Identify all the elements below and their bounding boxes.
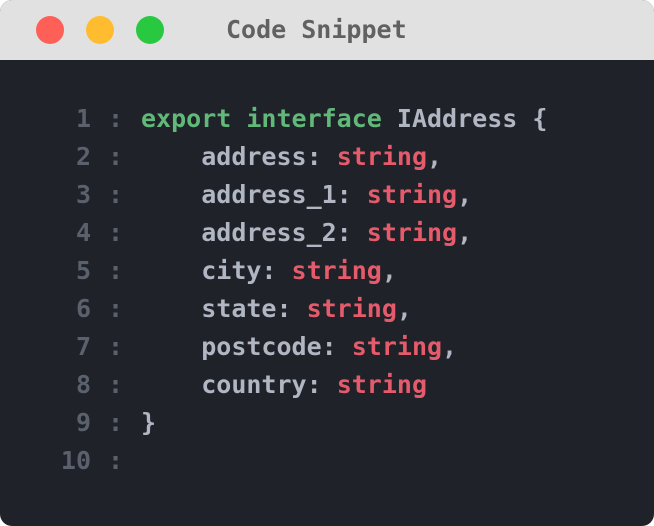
line-separator: : [108,332,124,361]
line-number: 3 [75,180,91,209]
line-number: 10 [60,446,91,475]
code-line: 1: export interface IAddress { [0,100,654,138]
code-token-plain: address_2: [201,218,367,247]
line-number: 5 [75,256,91,285]
line-number: 2 [75,142,91,171]
line-number: 9 [75,408,91,437]
code-content: city: string, [141,252,397,290]
code-line: 8: country: string [0,366,654,404]
code-token-type: string [336,142,427,171]
code-content: address: string, [141,138,442,176]
code-token-plain: IAddress { [381,104,548,133]
code-token-type: string [366,218,458,247]
line-number: 6 [75,294,91,323]
code-token-plain: , [396,294,412,323]
code-block[interactable]: 1: export interface IAddress {2: address:… [0,100,654,480]
line-separator: : [108,294,124,323]
code-line: 5: city: string, [0,252,654,290]
code-token-plain: , [457,180,473,209]
line-separator: : [108,104,124,133]
code-line: 9:} [0,404,654,442]
code-content: address_1: string, [141,176,472,214]
line-number: 1 [75,104,91,133]
code-content: } [141,404,156,442]
code-token-type: string [366,180,458,209]
line-separator: : [108,408,124,437]
code-token-plain: city: [201,256,292,285]
code-token-plain: country: [201,370,337,399]
code-token-keyword: export [141,104,232,133]
code-content: postcode: string, [141,328,457,366]
code-token-plain: postcode: [201,332,352,361]
line-separator: : [108,218,124,247]
code-token-plain: , [442,332,458,361]
code-content: export interface IAddress { [141,100,547,138]
line-separator: : [108,142,124,171]
code-content: country: string [141,366,427,404]
close-window-button[interactable] [36,16,64,44]
maximize-window-button[interactable] [136,16,164,44]
line-separator: : [108,180,124,209]
code-token-type: string [351,332,443,361]
code-line: 7: postcode: string, [0,328,654,366]
line-number: 4 [75,218,91,247]
code-line: 4: address_2: string, [0,214,654,252]
code-snippet-window: Code Snippet 1: export interface IAddress… [0,0,654,526]
line-separator: : [108,370,124,399]
title-bar: Code Snippet [0,0,654,60]
code-line: 6: state: string, [0,290,654,328]
code-token-type: string [336,370,427,399]
code-content: address_2: string, [141,214,472,252]
line-separator: : [108,256,124,285]
code-line: 3: address_1: string, [0,176,654,214]
code-token-plain: state: [201,294,307,323]
code-token-plain: , [427,142,443,171]
code-token-plain: } [141,408,157,437]
minimize-window-button[interactable] [86,16,114,44]
code-token-plain: address_1: [201,180,367,209]
code-content: state: string, [141,290,412,328]
line-separator: : [108,446,124,475]
line-number: 8 [75,370,91,399]
code-token-type: string [291,256,382,285]
code-line: 10: [0,442,654,480]
code-line: 2: address: string, [0,138,654,176]
line-number: 7 [75,332,91,361]
window-title: Code Snippet [226,15,407,44]
code-token-type: string [306,294,397,323]
code-token-plain: , [381,256,397,285]
code-token-plain: , [457,218,473,247]
code-token-keyword: interface [246,104,382,133]
code-token-plain: address: [201,142,337,171]
